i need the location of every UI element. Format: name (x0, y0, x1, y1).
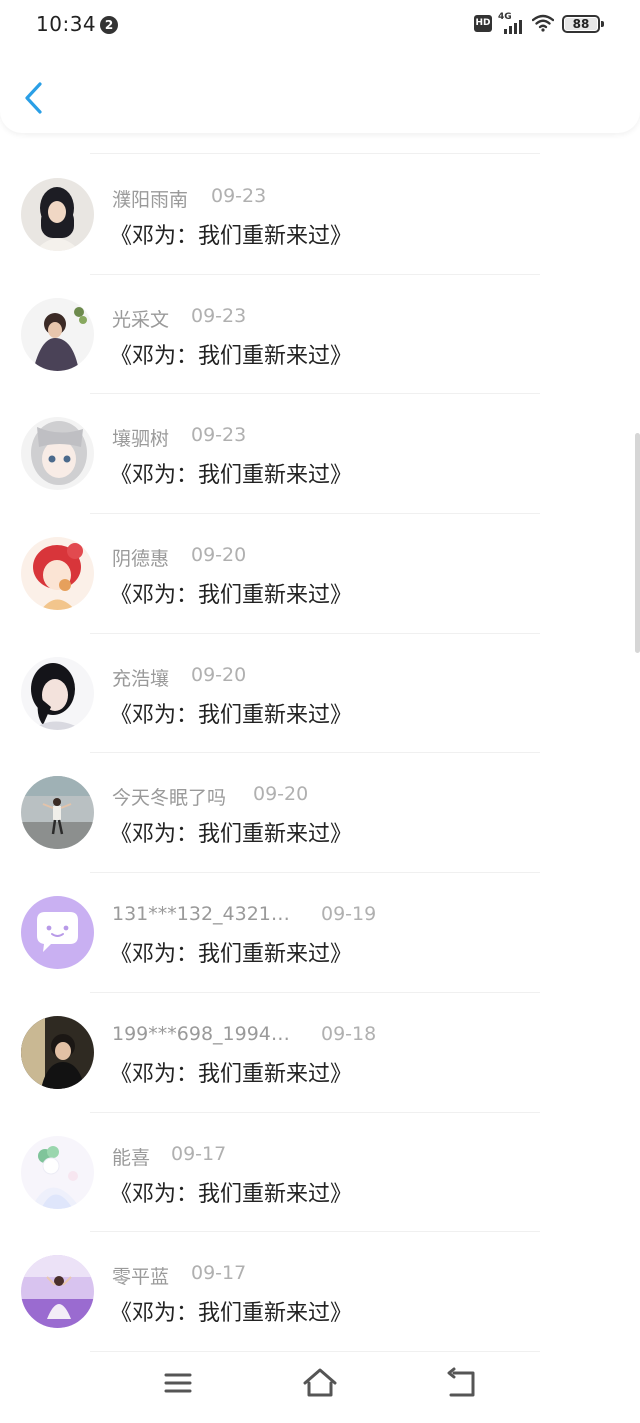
back-button[interactable] (18, 78, 52, 118)
comment-date: 09-20 (191, 663, 247, 686)
list-item[interactable]: 壤驷树 09-23 《邓为：我们重新来过》 (0, 394, 640, 515)
menu-icon (164, 1373, 192, 1393)
comment-title[interactable]: 《邓为：我们重新来过》 (110, 1295, 352, 1327)
avatar[interactable] (21, 776, 94, 850)
avatar[interactable] (21, 1135, 94, 1209)
list-item[interactable]: 充浩壤 09-20 《邓为：我们重新来过》 (0, 634, 640, 754)
avatar[interactable] (21, 297, 94, 371)
avatar[interactable] (21, 537, 94, 611)
menu-button[interactable] (158, 1365, 198, 1401)
network-type: 4G (498, 12, 512, 22)
battery-level: 88 (565, 18, 597, 30)
signal-icon: 4G (498, 12, 526, 34)
comment-date: 09-23 (191, 424, 247, 447)
comment-date: 09-17 (171, 1142, 227, 1165)
user-name[interactable]: 阴德惠 (112, 544, 169, 571)
home-button[interactable] (300, 1365, 340, 1401)
scrollbar[interactable] (635, 433, 640, 653)
comment-title[interactable]: 《邓为：我们重新来过》 (110, 218, 352, 250)
list-item[interactable]: 能喜 09-17 《邓为：我们重新来过》 (0, 1113, 640, 1233)
list-item[interactable]: 濮阳雨南 09-23 《邓为：我们重新来过》 (0, 155, 640, 275)
status-bar: 10:34 2 HD 4G 88 (0, 0, 640, 50)
avatar[interactable] (21, 417, 94, 491)
user-name[interactable]: 199***698_1994… (112, 1023, 290, 1045)
list-item[interactable]: 光采文 09-23 《邓为：我们重新来过》 (0, 275, 640, 395)
avatar[interactable] (21, 178, 94, 251)
battery-icon: 88 (562, 15, 604, 33)
comment-date: 09-19 (321, 903, 377, 926)
comment-date: 09-17 (191, 1262, 247, 1285)
comment-date: 09-20 (191, 544, 247, 567)
comment-date: 09-18 (321, 1022, 377, 1045)
wifi-icon (532, 14, 554, 32)
user-name[interactable]: 零平蓝 (112, 1262, 169, 1289)
avatar[interactable] (21, 896, 94, 970)
divider (90, 153, 540, 154)
home-icon (303, 1368, 337, 1397)
comment-title[interactable]: 《邓为：我们重新来过》 (110, 338, 352, 370)
avatar[interactable] (21, 1015, 94, 1089)
comment-date: 09-20 (253, 783, 309, 806)
list-item[interactable]: 131***132_4321… 09-19 《邓为：我们重新来过》 (0, 873, 640, 993)
back-icon (447, 1367, 475, 1397)
comment-title[interactable]: 《邓为：我们重新来过》 (110, 816, 352, 848)
user-name[interactable]: 充浩壤 (112, 664, 169, 691)
list-item[interactable]: 阴德惠 09-20 《邓为：我们重新来过》 (0, 514, 640, 634)
user-name[interactable]: 能喜 (112, 1143, 150, 1170)
user-name[interactable]: 濮阳雨南 (112, 185, 188, 212)
comment-title[interactable]: 《邓为：我们重新来过》 (110, 1176, 352, 1208)
comment-title[interactable]: 《邓为：我们重新来过》 (110, 577, 352, 609)
system-nav-bar (0, 1350, 640, 1423)
user-name[interactable]: 131***132_4321… (112, 903, 290, 925)
user-name[interactable]: 光采文 (112, 305, 169, 332)
notification-badge: 2 (100, 16, 118, 34)
chevron-left-icon (25, 82, 42, 114)
comment-title[interactable]: 《邓为：我们重新来过》 (110, 936, 352, 968)
comment-date: 09-23 (191, 304, 247, 327)
list-item[interactable]: 199***698_1994… 09-18 《邓为：我们重新来过》 (0, 993, 640, 1113)
hd-icon: HD (474, 15, 492, 32)
back-nav-button[interactable] (442, 1365, 482, 1401)
comment-date: 09-23 (211, 185, 267, 207)
status-time: 10:34 (36, 12, 97, 36)
comment-title[interactable]: 《邓为：我们重新来过》 (110, 1056, 352, 1088)
comment-title[interactable]: 《邓为：我们重新来过》 (110, 457, 352, 489)
list-item[interactable]: 零平蓝 09-17 《邓为：我们重新来过》 (0, 1232, 640, 1352)
user-name[interactable]: 壤驷树 (112, 424, 169, 451)
avatar[interactable] (21, 656, 94, 730)
user-name[interactable]: 今天冬眠了吗 (112, 783, 226, 810)
comment-list: 濮阳雨南 09-23 《邓为：我们重新来过》 光采文 09-23 《邓为：我们重新来过》壤… (0, 155, 640, 1352)
comment-title[interactable]: 《邓为：我们重新来过》 (110, 697, 352, 729)
list-item[interactable]: 今天冬眠了吗 09-20 《邓为：我们重新来过》 (0, 753, 640, 874)
avatar[interactable] (21, 1255, 94, 1329)
